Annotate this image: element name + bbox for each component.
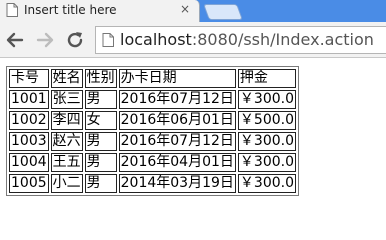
cell-deposit: ￥300.0: [237, 153, 296, 172]
table-row: 1003 赵六 男 2016年07月12日 ￥300.0: [9, 132, 296, 151]
header-deposit: 押金: [237, 69, 296, 88]
cell-card-number: 1005: [9, 174, 49, 193]
address-bar[interactable]: localhost:8080/ssh/Index.action: [95, 26, 386, 54]
table-row: 1005 小二 男 2014年03月19日 ￥300.0: [9, 174, 296, 193]
cell-card-number: 1004: [9, 153, 49, 172]
cell-card-number: 1001: [9, 90, 49, 109]
cell-date: 2016年07月12日: [118, 90, 236, 109]
table-row: 1001 张三 男 2016年07月12日 ￥300.0: [9, 90, 296, 109]
cell-card-number: 1002: [9, 111, 49, 130]
tab-close-icon[interactable]: ×: [180, 2, 190, 16]
cell-name: 李四: [50, 111, 83, 130]
header-card-number: 卡号: [9, 69, 49, 88]
cell-gender: 女: [84, 111, 117, 130]
toolbar: localhost:8080/ssh/Index.action: [0, 22, 386, 58]
header-name: 姓名: [50, 69, 83, 88]
reload-icon[interactable]: [64, 29, 86, 51]
card-table: 卡号 姓名 性别 办卡日期 押金 1001 张三 男 2016年07月12日 ￥…: [6, 66, 299, 196]
cell-date: 2016年07月12日: [118, 132, 236, 151]
cell-name: 小二: [50, 174, 83, 193]
forward-arrow-icon[interactable]: [34, 29, 56, 51]
cell-deposit: ￥300.0: [237, 132, 296, 151]
table-header-row: 卡号 姓名 性别 办卡日期 押金: [9, 69, 296, 88]
tab-strip: Insert title here ×: [0, 0, 386, 22]
url-text[interactable]: localhost:8080/ssh/Index.action: [120, 30, 374, 50]
cell-date: 2016年04月01日: [118, 153, 236, 172]
url-path: :8080/ssh/Index.action: [191, 30, 374, 49]
page-icon: [6, 3, 18, 17]
cell-date: 2016年06月01日: [118, 111, 236, 130]
cell-gender: 男: [84, 90, 117, 109]
page-icon: [102, 33, 114, 47]
url-host: localhost: [120, 30, 192, 49]
page-content: 卡号 姓名 性别 办卡日期 押金 1001 张三 男 2016年07月12日 ￥…: [6, 66, 299, 196]
cell-name: 张三: [50, 90, 83, 109]
cell-name: 赵六: [50, 132, 83, 151]
cell-date: 2014年03月19日: [118, 174, 236, 193]
new-tab-button[interactable]: [203, 4, 243, 20]
cell-deposit: ￥300.0: [237, 90, 296, 109]
cell-deposit: ￥300.0: [237, 174, 296, 193]
cell-card-number: 1003: [9, 132, 49, 151]
table-row: 1004 王五 男 2016年04月01日 ￥300.0: [9, 153, 296, 172]
back-arrow-icon[interactable]: [4, 29, 26, 51]
tab-title: Insert title here: [24, 3, 117, 17]
cell-gender: 男: [84, 174, 117, 193]
cell-gender: 男: [84, 153, 117, 172]
cell-name: 王五: [50, 153, 83, 172]
table-row: 1002 李四 女 2016年06月01日 ￥500.0: [9, 111, 296, 130]
header-gender: 性别: [84, 69, 117, 88]
header-date: 办卡日期: [118, 69, 236, 88]
cell-gender: 男: [84, 132, 117, 151]
cell-deposit: ￥500.0: [237, 111, 296, 130]
tab-active[interactable]: Insert title here ×: [0, 0, 200, 22]
